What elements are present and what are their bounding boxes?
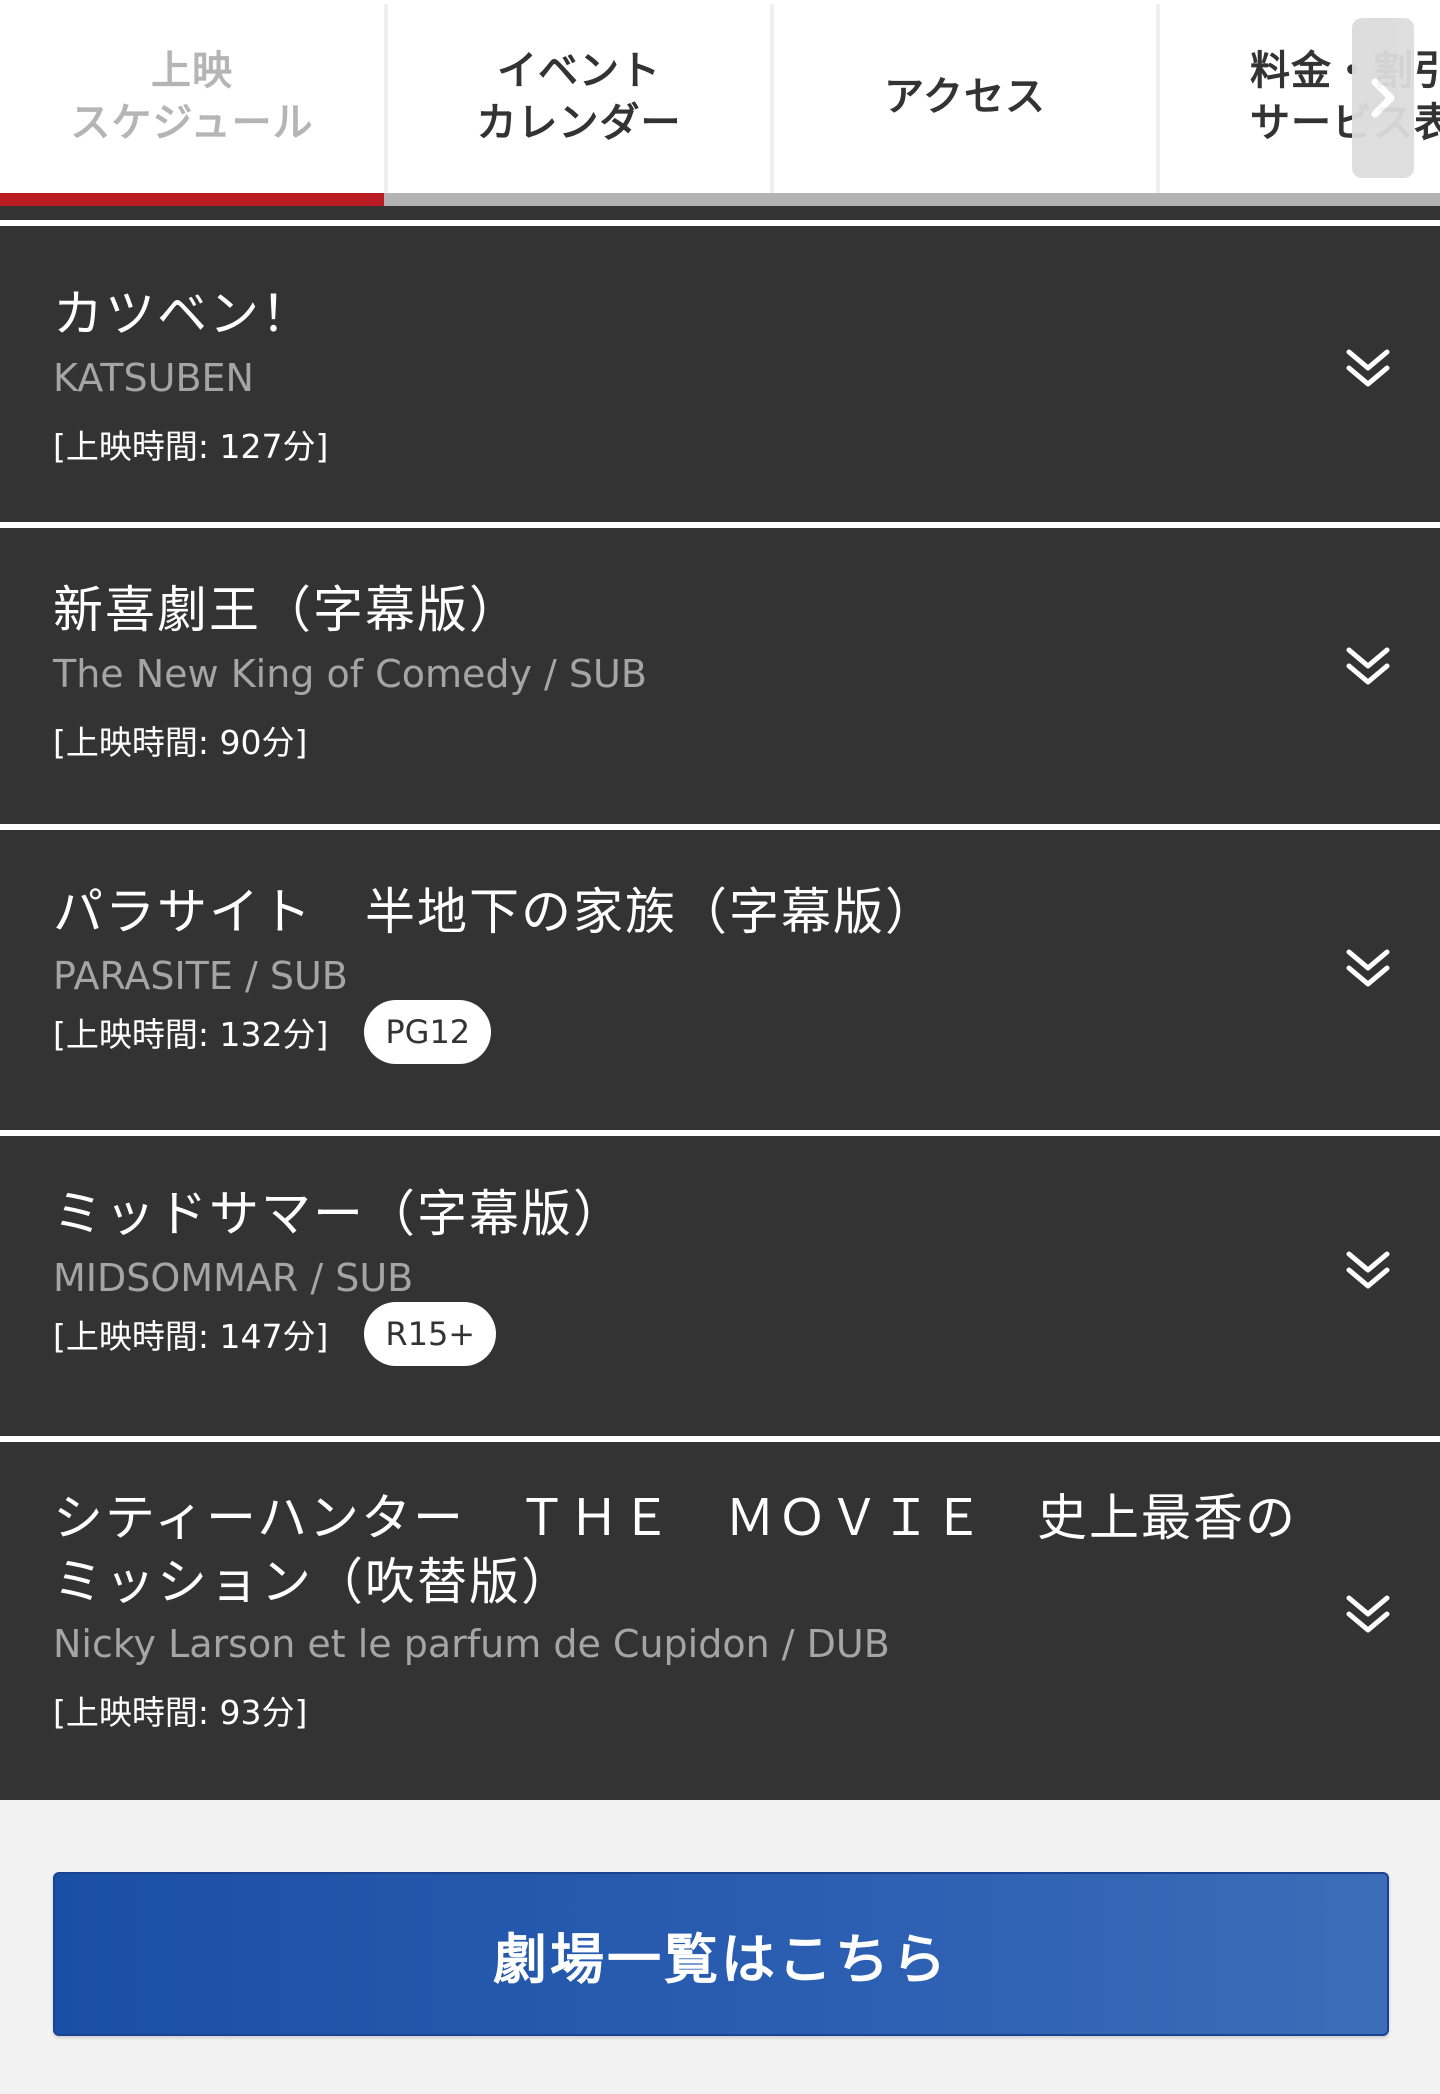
expand-button[interactable] (1338, 636, 1398, 696)
double-chevron-down-icon (1346, 349, 1390, 387)
expand-button[interactable] (1338, 338, 1398, 398)
chevron-right-icon (1371, 78, 1395, 118)
movie-subtitle: PARASITE / SUB (53, 954, 348, 998)
tab-underline (384, 193, 1440, 206)
movie-subtitle: The New King of Comedy / SUB (53, 652, 647, 696)
movie-subtitle: MIDSOMMAR / SUB (53, 1256, 414, 1300)
movie-title: 新喜劇王（字幕版） (53, 581, 521, 639)
movie-title: シティーハンター ＴＨＥ ＭＯＶＩＥ 史上最香のミッション（吹替版） (53, 1489, 1297, 1611)
movie-runtime: [上映時間: 147分] (53, 1317, 329, 1356)
tab-event-calendar[interactable]: イベント カレンダー (388, 0, 770, 193)
tab-schedule[interactable]: 上映 スケジュール (0, 0, 384, 193)
tabs-scroll-right-button[interactable] (1352, 18, 1414, 178)
movie-item[interactable]: 新喜劇王（字幕版） The New King of Comedy / SUB [… (0, 522, 1440, 824)
tab-label: アクセス (884, 73, 1046, 120)
movie-title: カツベン！ (53, 285, 313, 343)
tab-label: イベント カレンダー (476, 47, 682, 146)
expand-button[interactable] (1338, 1240, 1398, 1300)
movie-item[interactable]: ミッドサマー（字幕版） MIDSOMMAR / SUB [上映時間: 147分]… (0, 1130, 1440, 1436)
tab-label: 上映 スケジュール (70, 47, 314, 146)
double-chevron-down-icon (1346, 647, 1390, 685)
tab-access[interactable]: アクセス (774, 0, 1156, 193)
expand-button[interactable] (1338, 1584, 1398, 1644)
tab-bar: 上映 スケジュール イベント カレンダー アクセス 料金・割引 サービス表 (0, 0, 1440, 206)
movie-item[interactable]: シティーハンター ＴＨＥ ＭＯＶＩＥ 史上最香のミッション（吹替版） Nicky… (0, 1436, 1440, 1800)
double-chevron-down-icon (1346, 1251, 1390, 1289)
movie-item[interactable]: パラサイト 半地下の家族（字幕版） PARASITE / SUB [上映時間: … (0, 824, 1440, 1130)
double-chevron-down-icon (1346, 1595, 1390, 1633)
bottom-area: 劇場一覧はこちら (0, 1800, 1440, 2094)
movie-subtitle: KATSUBEN (53, 356, 254, 400)
expand-button[interactable] (1338, 938, 1398, 998)
rating-badge: PG12 (364, 1000, 492, 1064)
movie-item[interactable]: カツベン！ KATSUBEN [上映時間: 127分] (0, 220, 1440, 522)
movie-runtime: [上映時間: 93分] (53, 1693, 308, 1732)
movie-title: ミッドサマー（字幕版） (53, 1185, 625, 1243)
rating-badge: R15+ (364, 1302, 497, 1366)
double-chevron-down-icon (1346, 949, 1390, 987)
movie-runtime: [上映時間: 90分] (53, 723, 308, 762)
movie-runtime: [上映時間: 132分] (53, 1015, 329, 1054)
movie-subtitle: Nicky Larson et le parfum de Cupidon / D… (53, 1622, 890, 1666)
list-top-strip (0, 206, 1440, 220)
theater-list-button-label: 劇場一覧はこちら (493, 1927, 949, 1991)
theater-list-button[interactable]: 劇場一覧はこちら (53, 1872, 1389, 2036)
active-tab-indicator (0, 193, 384, 206)
movie-title: パラサイト 半地下の家族（字幕版） (53, 883, 937, 941)
movie-runtime: [上映時間: 127分] (53, 427, 329, 466)
